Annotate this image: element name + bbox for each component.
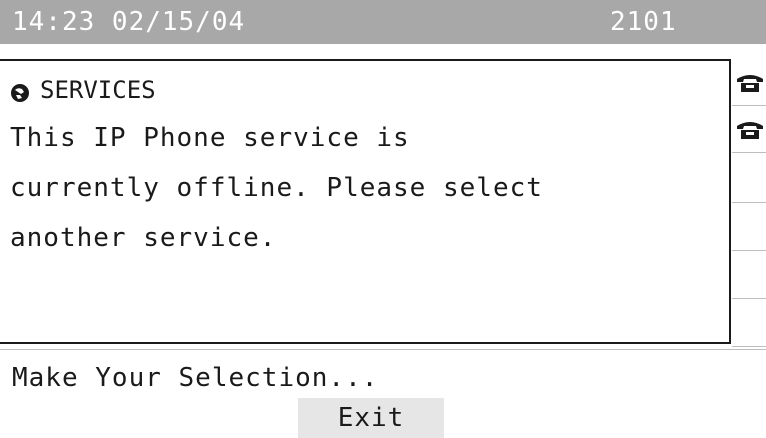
status-extension: 2101 [610,7,677,37]
prompt-divider [0,349,766,350]
exit-softkey[interactable]: Exit [298,398,444,438]
status-datetime: 14:23 02/15/04 [12,7,246,37]
selection-prompt: Make Your Selection... [12,363,379,393]
panel-title: SERVICES [40,76,156,104]
phone-screen: 14:23 02/15/04 2101 SERVICES This IP Pho… [0,0,766,438]
offline-message: This IP Phone service is currently offli… [10,123,543,253]
line-key-3[interactable] [732,156,766,203]
status-bar: 14:23 02/15/04 2101 [0,0,766,44]
line-key-5[interactable] [732,252,766,299]
line-key-4[interactable] [732,204,766,251]
services-panel: SERVICES This IP Phone service is curren… [0,59,731,344]
line-key-1[interactable] [732,59,766,106]
line-key-strip [732,59,766,349]
softkey-bar: Exit [0,396,766,438]
line-key-2[interactable] [732,106,766,153]
panel-header: SERVICES [10,75,156,105]
services-globe-icon [10,80,30,102]
phone-handset-icon [736,120,764,140]
line-key-6[interactable] [732,300,766,347]
phone-handset-icon [736,73,764,93]
